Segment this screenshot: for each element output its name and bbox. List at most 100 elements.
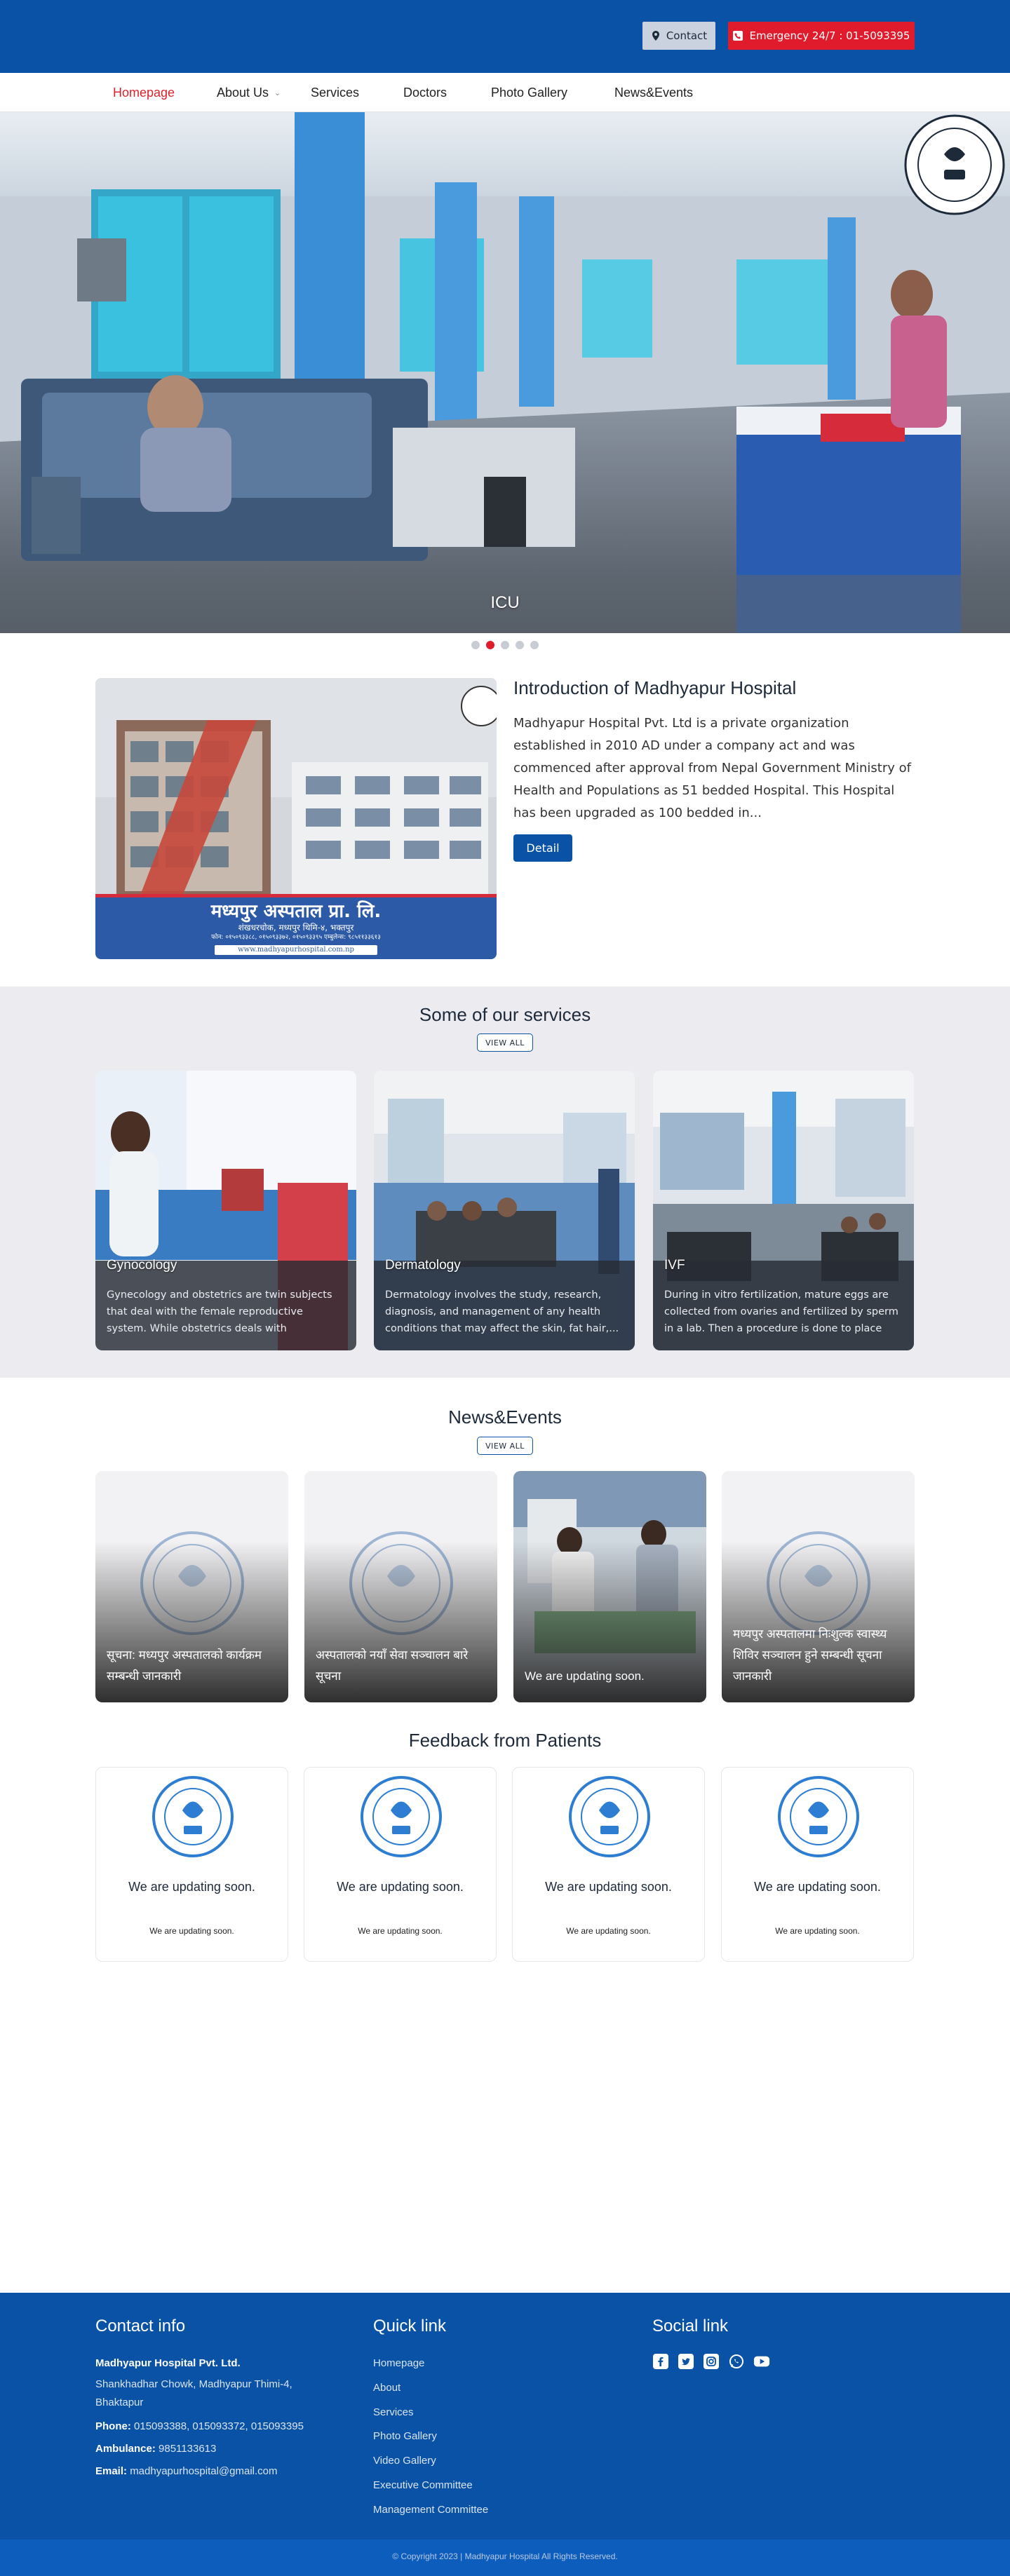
emergency-button[interactable]: Emergency 24/7 : 01-5093395 [728,22,915,50]
ambulance-value[interactable]: 9851133613 [159,2443,216,2455]
news-item-title: मध्यपुर अस्पतालमा निःशुल्क स्वास्थ्य शिव… [733,1627,887,1683]
feedback-name: We are updating soon. [545,1880,672,1894]
nav-item-homepage[interactable]: Homepage [113,73,175,112]
footer-social-title: Social link [652,2317,729,2336]
footer-link-about[interactable]: About [373,2382,400,2394]
instagram-icon[interactable] [703,2353,720,2370]
footer-link-services[interactable]: Services [373,2406,414,2418]
service-desc: During in vitro fertilization, mature eg… [664,1289,898,1334]
facebook-icon[interactable] [652,2353,669,2370]
feedback-name: We are updating soon. [337,1880,464,1894]
service-card-dermatology[interactable]: Dermatology Dermatology involves the stu… [374,1071,635,1350]
feedback-name: We are updating soon. [128,1880,255,1894]
email-label: Email: [95,2465,128,2477]
nav-item-doctors[interactable]: Doctors [403,73,447,112]
news-item-title: अस्पतालको नयाँ सेवा सञ्चालन बारे सूचना [316,1648,469,1683]
service-desc: Dermatology involves the study, research… [385,1289,619,1334]
service-title: Dermatology [385,1258,461,1273]
phone-label: Phone: [95,2420,131,2432]
email-value[interactable]: madhyapurhospital@gmail.com [130,2465,277,2477]
slider-dot[interactable] [471,641,480,649]
feedback-card: We are updating soon. We are updating so… [721,1767,914,1962]
news-card[interactable]: सूचना: मध्यपुर अस्पतालको कार्यक्रम सम्बन… [95,1471,288,1702]
footer-quick-title: Quick link [373,2317,447,2336]
news-card[interactable]: अस्पतालको नयाँ सेवा सञ्चालन बारे सूचना [304,1471,497,1702]
hospital-sign-url: www.madhyapurhospital.com.np [238,946,354,954]
footer-contact-title: Contact info [95,2317,186,2336]
hospital-sign-address: शंखधरचोक, मध्यपुर थिमि-४, भक्तपुर [238,923,354,933]
feedback-text: We are updating soon. [775,1926,860,1936]
footer-address: Shankhadhar Chowk, Madhyapur Thimi-4, Bh… [95,2378,292,2408]
intro-title: Introduction of Madhyapur Hospital [513,677,797,698]
news-item-title: We are updating soon. [525,1669,645,1683]
feedback-text: We are updating soon. [149,1926,234,1936]
footer-ambulance-row: Ambulance: 9851133613 [95,2440,216,2458]
footer-email-row: Email: madhyapurhospital@gmail.com [95,2462,278,2481]
news-item-title: सूचना: मध्यपुर अस्पतालको कार्यक्रम सम्बन… [107,1648,262,1683]
phone-icon [732,31,743,41]
chevron-down-icon: ⌄ [274,88,281,97]
footer-link-video-gallery[interactable]: Video Gallery [373,2455,436,2467]
service-card-gynocology[interactable]: Gynocology Gynecology and obstetrics are… [95,1071,356,1350]
feedback-text: We are updating soon. [358,1926,443,1936]
service-card-ivf[interactable]: IVF During in vitro fertilization, matur… [653,1071,914,1350]
nav-label: About Us [217,85,269,100]
services-view-all-button[interactable]: VIEW ALL [477,1033,533,1052]
nav-label: Doctors [403,85,447,100]
news-card[interactable]: We are updating soon. [513,1471,706,1702]
copyright: © Copyright 2023 | Madhyapur Hospital Al… [392,2551,618,2561]
footer-phone-row: Phone: 015093388, 015093372, 015093395 [95,2418,304,2436]
intro-text: Madhyapur Hospital Pvt. Ltd is a private… [513,716,911,820]
top-bar: Contact Emergency 24/7 : 01-5093395 [0,0,1010,73]
hospital-sign-phone: फोन: ०१५०९३३८८, ०१५०९३३७२, ०१५०९३३९५ एम्… [211,934,381,941]
footer-link-executive-committee[interactable]: Executive Committee [373,2479,473,2491]
nav-item-services[interactable]: Services [311,73,359,112]
news-card[interactable]: मध्यपुर अस्पतालमा निःशुल्क स्वास्थ्य शिव… [722,1471,915,1702]
news-title: News&Events [448,1406,562,1428]
hospital-logo-icon [152,1776,234,1857]
phone-value[interactable]: 015093388, 015093372, 015093395 [134,2420,304,2432]
twitter-icon[interactable] [678,2353,694,2370]
map-pin-icon [651,31,661,41]
slider-dot[interactable] [501,641,509,649]
nav-item-photo-gallery[interactable]: Photo Gallery [491,73,567,112]
service-title: Gynocology [107,1258,177,1273]
nav-item-about-us[interactable]: About Us ⌄ [217,73,281,112]
service-desc: Gynecology and obstetrics are twin subje… [107,1289,332,1334]
feedback-card: We are updating soon. We are updating so… [512,1767,705,1962]
slider-dot[interactable] [516,641,524,649]
social-links [652,2353,770,2370]
feedback-card: We are updating soon. We are updating so… [95,1767,288,1962]
feedback-card: We are updating soon. We are updating so… [304,1767,497,1962]
slider-dot-active[interactable] [486,641,494,649]
footer-org-name: Madhyapur Hospital Pvt. Ltd. [95,2357,241,2369]
footer-link-photo-gallery[interactable]: Photo Gallery [373,2430,437,2442]
emergency-label: Emergency 24/7 : 01-5093395 [749,29,910,42]
whatsapp-icon[interactable] [728,2353,745,2370]
hospital-building-image: मध्यपुर अस्पताल प्रा. लि. शंखधरचोक, मध्य… [95,678,497,959]
ambulance-label: Ambulance: [95,2443,156,2455]
hospital-logo-icon [778,1776,859,1857]
nav-label: News&Events [614,85,694,100]
footer-link-homepage[interactable]: Homepage [373,2357,424,2369]
feedback-text: We are updating soon. [566,1926,651,1936]
services-title: Some of our services [419,1004,591,1025]
nav-label: Homepage [113,85,175,100]
hospital-sign-name: मध्यपुर अस्पताल प्रा. लि. [210,901,382,922]
feedback-title: Feedback from Patients [408,1730,602,1751]
nav-item-news-events[interactable]: News&Events [614,73,693,112]
main-nav: Homepage About Us ⌄ Services Doctors Phot… [0,73,1010,112]
youtube-icon[interactable] [753,2353,770,2370]
footer-link-management-committee[interactable]: Management Committee [373,2504,488,2516]
hospital-logo-icon [569,1776,650,1857]
hero-image [0,112,1010,633]
hero-slider[interactable]: ICU [0,112,1010,633]
hospital-logo-icon [361,1776,442,1857]
feedback-name: We are updating soon. [754,1880,881,1894]
footer: Contact info Madhyapur Hospital Pvt. Ltd… [0,2293,1010,2576]
contact-button[interactable]: Contact [642,22,715,50]
news-view-all-button[interactable]: VIEW ALL [477,1437,533,1455]
hero-caption: ICU [490,593,520,612]
detail-button[interactable]: Detail [513,834,572,862]
slider-dot[interactable] [530,641,539,649]
